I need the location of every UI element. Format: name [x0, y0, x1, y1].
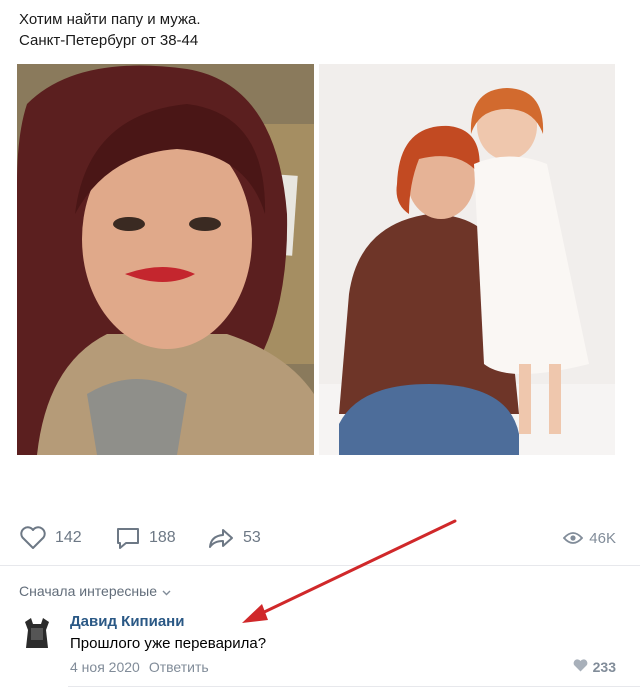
comment-like-count: 233: [592, 659, 616, 675]
post-actions: 142 188 53 46K: [19, 524, 616, 552]
eye-icon: [563, 531, 584, 545]
share-icon: [207, 526, 235, 550]
post-text: Хотим найти папу и мужа. Санкт-Петербург…: [19, 9, 201, 51]
avatar[interactable]: [17, 612, 57, 652]
comment-meta: 4 ноя 2020 Ответить: [70, 659, 209, 675]
like-button[interactable]: 142: [19, 524, 82, 552]
share-count: 53: [243, 529, 261, 546]
divider: [68, 686, 640, 687]
comment-icon: [115, 526, 141, 550]
views-counter: 46K: [563, 524, 616, 552]
heart-icon: [19, 526, 47, 550]
post-text-line-2: Санкт-Петербург от 38-44: [19, 32, 199, 49]
post-text-line-1: Хотим найти папу и мужа.: [19, 11, 201, 28]
comment-button[interactable]: 188: [115, 524, 176, 552]
chevron-down-icon: [162, 583, 171, 599]
comment-count: 188: [149, 529, 176, 546]
reply-button[interactable]: Ответить: [149, 659, 209, 675]
mother-daughter-photo[interactable]: [319, 64, 615, 455]
views-count: 46K: [589, 529, 616, 547]
comments-sort-dropdown[interactable]: Сначала интересные: [19, 583, 171, 599]
heart-icon: [573, 659, 588, 675]
share-button[interactable]: 53: [207, 524, 261, 552]
divider: [0, 565, 640, 566]
comment-date[interactable]: 4 ноя 2020: [70, 659, 140, 675]
comment-like-button[interactable]: 233: [573, 659, 616, 675]
sort-label: Сначала интересные: [19, 583, 157, 599]
like-count: 142: [55, 529, 82, 546]
comment-author[interactable]: Давид Кипиани: [70, 613, 184, 630]
comment-text: Прошлого уже переварила?: [70, 635, 267, 652]
selfie-photo[interactable]: [17, 64, 314, 455]
